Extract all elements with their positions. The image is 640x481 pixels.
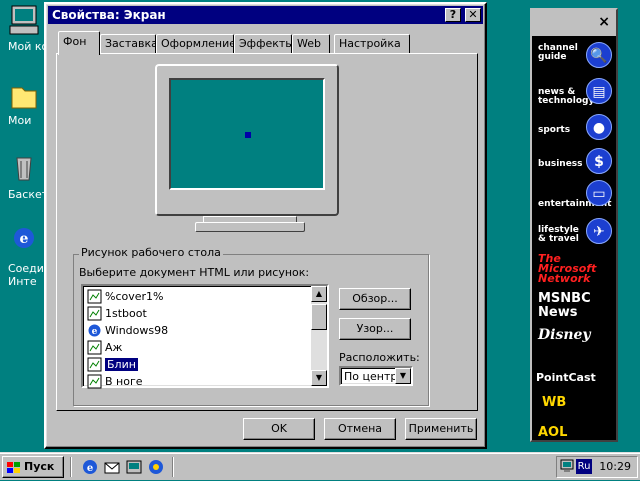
windows-logo-icon (7, 461, 21, 473)
channel-bar: × channel guide 🔍 news & technology ▤ sp… (530, 8, 618, 442)
disney-logo: Disney (538, 327, 591, 343)
close-button[interactable]: ✕ (465, 8, 481, 22)
channel-msnbc[interactable]: MSNBC News (532, 288, 616, 320)
display-properties-dialog: Свойства: Экран ? ✕ Фон Заставка Оформле… (44, 2, 487, 449)
desktop-icon-my-computer[interactable]: Мой ко (0, 4, 48, 53)
svg-text:e: e (20, 231, 29, 247)
wallpaper-list[interactable]: %cover1% 1stboot e Windows98 Аж Блин В н… (81, 284, 329, 390)
svg-text:e: e (92, 327, 98, 337)
taskbar: Пуск e Ru 10:29 (0, 452, 640, 480)
list-scrollbar[interactable]: ▲ ▼ (311, 286, 327, 386)
taskbar-divider (70, 457, 72, 477)
taskbar-divider (172, 457, 174, 477)
bitmap-file-icon (87, 289, 102, 304)
scroll-thumb[interactable] (311, 304, 327, 330)
channels-quicklaunch-icon[interactable] (148, 459, 164, 475)
monitor-base (195, 222, 305, 232)
aol-logo: AOL (538, 425, 568, 440)
desktop-icon-label: Соеди Инте (8, 262, 44, 288)
list-item[interactable]: e Windows98 (85, 322, 309, 339)
msnbc-logo: MSNBC News (538, 291, 591, 320)
pattern-button[interactable]: Узор... (339, 318, 411, 340)
internet-connection-icon: e (8, 224, 40, 256)
dollar-icon: $ (586, 148, 612, 174)
desktop-icon-recycle-bin[interactable]: Баскет (0, 152, 48, 201)
outlook-express-quicklaunch-icon[interactable] (104, 459, 120, 475)
tab-background[interactable]: Фон (58, 31, 100, 55)
ie-quicklaunch-icon[interactable]: e (82, 459, 98, 475)
channel-bar-header: × (532, 10, 616, 36)
dialog-title: Свойства: Экран (52, 8, 166, 22)
tab-appearance[interactable]: Оформление (156, 34, 236, 54)
show-desktop-quicklaunch-icon[interactable] (126, 459, 142, 475)
desktop-icon-label: Баскет (8, 188, 44, 201)
wallpaper-list-caption: Выберите документ HTML или рисунок: (79, 266, 310, 279)
system-tray: Ru 10:29 (556, 456, 638, 478)
monitor-screen (169, 78, 325, 190)
bitmap-file-icon (87, 374, 102, 389)
wallpaper-group-label: Рисунок рабочего стола (79, 246, 223, 259)
desktop-icon-label: Мои (8, 114, 32, 127)
warner-bros-logo: WB (542, 395, 567, 410)
desktop-icon-label: Мой ко (8, 40, 44, 53)
channel-disney[interactable]: Disney (532, 318, 616, 354)
channel-wb[interactable]: WB (532, 390, 616, 420)
help-button[interactable]: ? (445, 8, 461, 22)
scroll-down-button[interactable]: ▼ (311, 370, 327, 386)
dialog-titlebar[interactable]: Свойства: Экран ? ✕ (48, 6, 483, 24)
airplane-icon: ✈ (586, 218, 612, 244)
bitmap-file-icon (87, 306, 102, 321)
my-documents-icon (8, 80, 40, 112)
tab-effects[interactable]: Эффекты (234, 34, 294, 54)
browse-button[interactable]: Обзор... (339, 288, 411, 310)
ok-button[interactable]: OK (243, 418, 315, 440)
channel-pointcast[interactable]: PointCast (532, 356, 616, 386)
channel-guide[interactable]: channel guide 🔍 (532, 40, 616, 72)
html-file-icon: e (87, 323, 102, 338)
news-icon: ▤ (586, 78, 612, 104)
bitmap-file-icon (87, 340, 102, 355)
channel-aol[interactable]: AOL (532, 422, 616, 440)
bitmap-file-icon (87, 357, 102, 372)
wallpaper-preview-dot (245, 132, 251, 138)
tab-settings[interactable]: Настройка (334, 34, 410, 54)
position-label: Расположить: (339, 351, 420, 364)
clock[interactable]: 10:29 (599, 460, 631, 473)
list-item[interactable]: 1stboot (85, 305, 309, 322)
channel-lifestyle[interactable]: lifestyle & travel ✈ (532, 216, 616, 248)
list-item[interactable]: В ноге (85, 373, 309, 390)
list-item-selected[interactable]: Блин (85, 356, 309, 373)
desktop-icon-internet[interactable]: e Соеди Инте (0, 224, 48, 288)
cancel-button[interactable]: Отмена (324, 418, 396, 440)
language-indicator[interactable]: Ru (576, 459, 592, 474)
channel-business[interactable]: business $ (532, 146, 616, 178)
msn-logo: The Microsoft Network (538, 252, 597, 285)
channel-msn[interactable]: The Microsoft Network (532, 252, 616, 284)
display-tray-icon[interactable] (560, 459, 574, 473)
position-select[interactable]: По центру ▼ (339, 366, 413, 386)
tab-web[interactable]: Web (292, 34, 330, 54)
channel-news[interactable]: news & technology ▤ (532, 76, 616, 108)
apply-button[interactable]: Применить (405, 418, 477, 440)
tab-panel-background: Рисунок рабочего стола Выберите документ… (56, 53, 478, 411)
scroll-up-button[interactable]: ▲ (311, 286, 327, 302)
list-item[interactable]: Аж (85, 339, 309, 356)
pointcast-logo: PointCast (536, 371, 596, 384)
start-label: Пуск (24, 460, 55, 473)
magnifier-icon: 🔍 (586, 42, 612, 68)
channel-entertainment[interactable]: entertainment ▭ (532, 180, 616, 212)
desktop-icon-my-documents[interactable]: Мои (0, 80, 48, 127)
tab-screensaver[interactable]: Заставка (100, 34, 158, 54)
start-button[interactable]: Пуск (2, 456, 64, 478)
channel-sports[interactable]: sports ● (532, 112, 616, 144)
sports-icon: ● (586, 114, 612, 140)
monitor-preview (155, 64, 339, 216)
chevron-down-icon[interactable]: ▼ (395, 368, 411, 384)
channel-bar-close-button[interactable]: × (598, 14, 610, 30)
list-item[interactable]: %cover1% (85, 288, 309, 305)
tv-icon: ▭ (586, 180, 612, 206)
svg-text:e: e (87, 463, 93, 474)
my-computer-icon (8, 4, 40, 36)
recycle-bin-icon (8, 152, 40, 184)
